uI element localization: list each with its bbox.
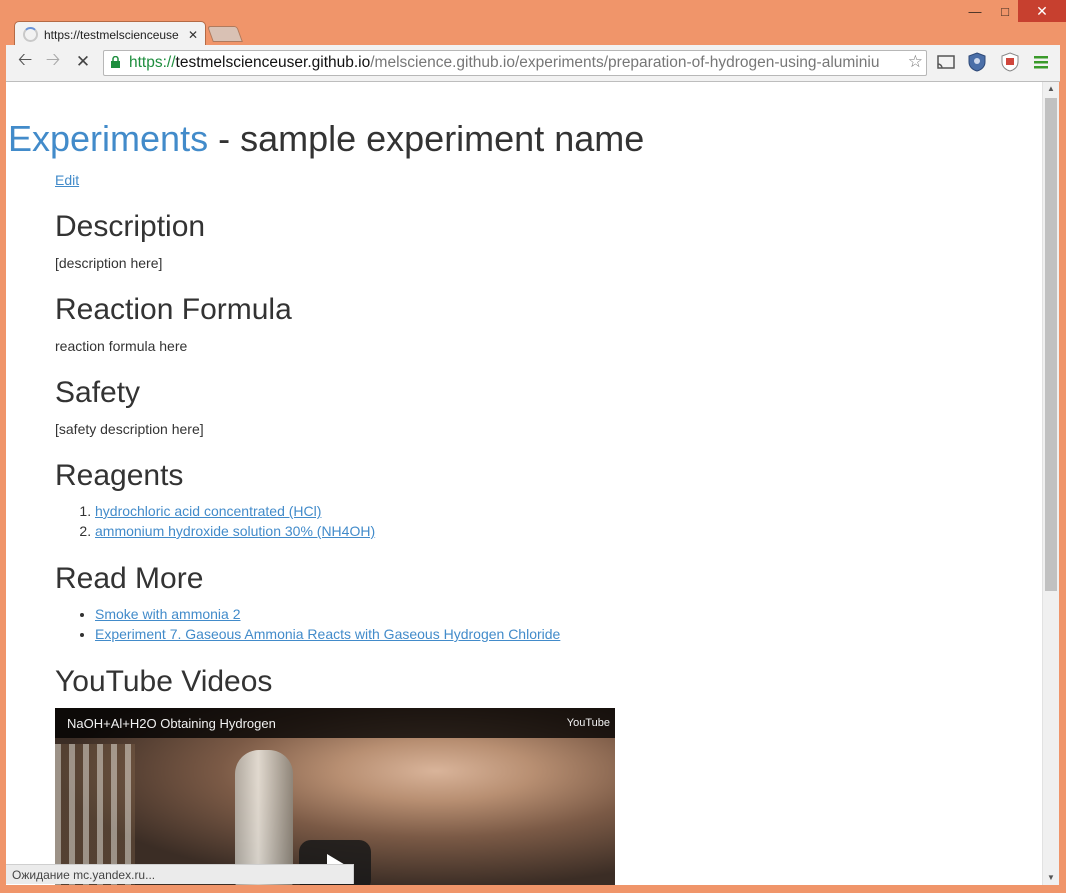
stop-loading-button[interactable]: ✕: [70, 49, 96, 75]
cast-icon[interactable]: [935, 51, 957, 73]
reagents-heading: Reagents: [55, 459, 184, 492]
safety-text: [safety description here]: [55, 421, 204, 437]
vertical-scrollbar[interactable]: ▲ ▼: [1042, 82, 1059, 885]
read-more-list: Smoke with ammonia 2 Experiment 7. Gaseo…: [55, 604, 560, 644]
reagent-link[interactable]: ammonium hydroxide solution 30% (NH4OH): [95, 523, 375, 539]
description-heading: Description: [55, 210, 206, 243]
pdf-extension-icon[interactable]: [999, 51, 1021, 73]
browser-tab[interactable]: https://testmelscienceuse ✕: [14, 21, 206, 47]
status-bar: Ожидание mc.yandex.ru...: [6, 864, 354, 884]
loading-spinner-icon: [23, 27, 38, 42]
video-title[interactable]: NaOH+Al+H2O Obtaining Hydrogen: [67, 716, 276, 731]
address-bar[interactable]: https://testmelscienceuser.github.io/mel…: [103, 50, 927, 76]
bookmark-star-icon[interactable]: ☆: [908, 52, 923, 72]
minimize-button[interactable]: —: [958, 0, 992, 22]
scroll-up-arrow-icon[interactable]: ▲: [1043, 82, 1059, 96]
browser-window: — □ ✕ https://testmelscienceuse ✕ 🡠 🡢 ✕ …: [0, 0, 1066, 893]
reagent-link[interactable]: hydrochloric acid concentrated (HCl): [95, 503, 321, 519]
list-item: hydrochloric acid concentrated (HCl): [95, 501, 375, 521]
lock-icon: [111, 56, 120, 68]
video-title-bar: NaOH+Al+H2O Obtaining Hydrogen YouTube: [55, 708, 615, 738]
list-item: Smoke with ammonia 2: [95, 604, 560, 624]
new-tab-button[interactable]: [207, 26, 243, 42]
youtube-videos-heading: YouTube Videos: [55, 665, 273, 698]
reaction-formula-text: reaction formula here: [55, 338, 188, 354]
maximize-button[interactable]: □: [992, 0, 1018, 22]
related-experiment-link[interactable]: Experiment 7. Gaseous Ammonia Reacts wit…: [95, 626, 560, 642]
safety-heading: Safety: [55, 376, 141, 409]
youtube-logo[interactable]: YouTube: [567, 717, 610, 729]
experiments-link[interactable]: Experiments: [8, 118, 208, 159]
tab-title: https://testmelscienceuse: [44, 27, 179, 42]
list-item: Experiment 7. Gaseous Ammonia Reacts wit…: [95, 624, 560, 644]
scrollbar-thumb[interactable]: [1045, 98, 1057, 591]
read-more-heading: Read More: [55, 562, 204, 595]
url-text: https://testmelscienceuser.github.io/mel…: [129, 54, 880, 71]
list-item: ammonium hydroxide solution 30% (NH4OH): [95, 521, 375, 541]
edit-link[interactable]: Edit: [55, 172, 79, 188]
related-experiment-link[interactable]: Smoke with ammonia 2: [95, 606, 241, 622]
close-window-button[interactable]: ✕: [1018, 0, 1066, 22]
browser-toolbar: 🡠 🡢 ✕ https://testmelscienceuser.github.…: [6, 45, 1060, 82]
forward-button[interactable]: 🡢: [40, 49, 66, 75]
youtube-video-player[interactable]: NaOH+Al+H2O Obtaining Hydrogen YouTube: [55, 708, 615, 885]
description-text: [description here]: [55, 255, 163, 271]
shield-extension-icon[interactable]: [966, 51, 988, 73]
page-title-text: - sample experiment name: [208, 118, 645, 159]
menu-icon[interactable]: [1030, 51, 1052, 73]
page-title: Experiments - sample experiment name: [8, 118, 644, 160]
scroll-down-arrow-icon[interactable]: ▼: [1043, 871, 1059, 885]
back-button[interactable]: 🡠: [12, 49, 38, 75]
page-viewport: Experiments - sample experiment name Edi…: [6, 82, 1042, 885]
reagents-list: hydrochloric acid concentrated (HCl) amm…: [55, 501, 375, 541]
tab-close-icon[interactable]: ✕: [188, 28, 198, 42]
reaction-formula-heading: Reaction Formula: [55, 293, 292, 326]
